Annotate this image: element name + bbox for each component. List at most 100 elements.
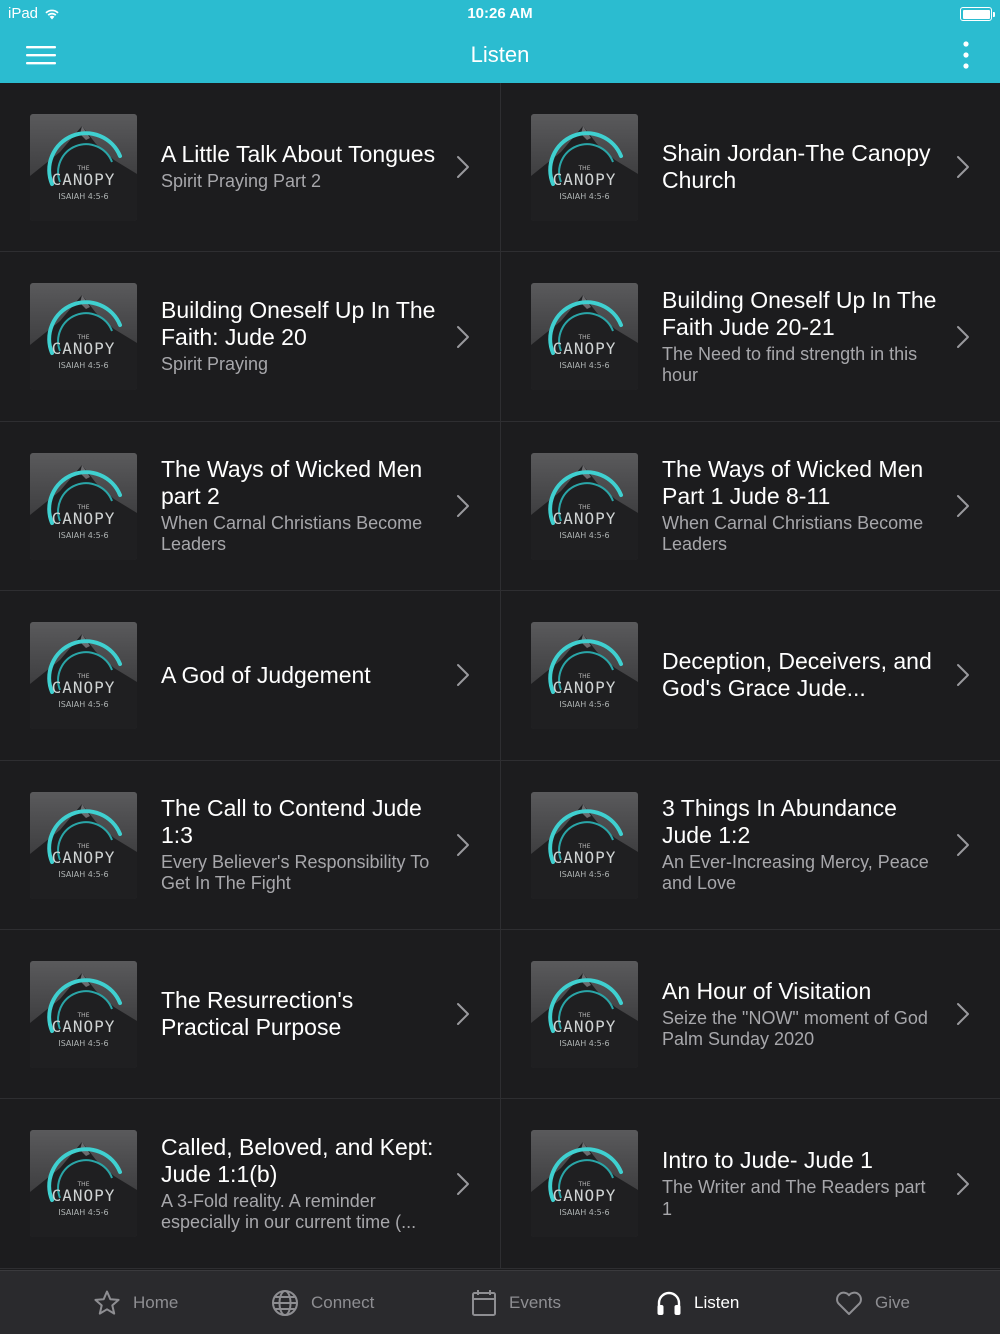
chevron-right-icon (957, 1003, 969, 1026)
list-row: THE CANOPY ISAIAH 4:5-6 A Little Talk About… (0, 83, 1000, 253)
sermon-thumbnail: THE CANOPY ISAIAH 4:5-6 (531, 622, 638, 730)
sermon-text: Shain Jordan-The Canopy Church (662, 83, 940, 251)
list-row: THE CANOPY ISAIAH 4:5-6 A God of Judgement T… (0, 591, 1000, 761)
sermon-item[interactable]: THE CANOPY ISAIAH 4:5-6 The Ways of Wicked … (500, 421, 1000, 591)
sermon-title: The Ways of Wicked Men part 2 (161, 455, 423, 509)
sermon-thumbnail: THE CANOPY ISAIAH 4:5-6 (30, 283, 137, 391)
thumbnail-verse: ISAIAH 4:5-6 (559, 530, 610, 540)
sermon-subtitle: Spirit Praying (161, 354, 269, 375)
sermon-title: A God of Judgement (161, 661, 371, 688)
sermon-text: Called, Beloved, and Kept: Jude 1:1(b) A … (161, 1099, 440, 1267)
thumbnail-verse: ISAIAH 4:5-6 (58, 700, 109, 710)
sermon-title: A Little Talk About Tongues (161, 141, 436, 168)
sermon-text: The Ways of Wicked Men part 2 When Carnal… (161, 422, 440, 590)
sermon-title: 3 Things In Abundance Jude 1:2 (662, 794, 897, 848)
thumbnail-brand: CANOPY (51, 508, 116, 528)
sermon-item[interactable]: THE CANOPY ISAIAH 4:5-6 The Ways of Wicked … (0, 421, 500, 591)
tab-bar: Home Connect Events Listen Give (0, 1270, 1000, 1334)
sermon-thumbnail: THE CANOPY ISAIAH 4:5-6 (30, 622, 137, 730)
thumbnail-verse: ISAIAH 4:5-6 (559, 1208, 610, 1218)
list-row: THE CANOPY ISAIAH 4:5-6 Called, Beloved, an… (0, 1099, 1000, 1269)
thumbnail-brand: CANOPY (552, 508, 617, 528)
thumbnail-brand: CANOPY (552, 678, 617, 698)
sermon-thumbnail: THE CANOPY ISAIAH 4:5-6 (531, 960, 638, 1068)
sermon-item[interactable]: THE CANOPY ISAIAH 4:5-6 Deception, Deceiver… (500, 591, 1000, 760)
sermon-text: The Ways of Wicked Men Part 1 Jude 8-11 W… (662, 422, 940, 590)
thumbnail-verse: ISAIAH 4:5-6 (58, 1038, 109, 1048)
thumbnail-brand: CANOPY (552, 1016, 617, 1036)
chevron-right-icon (457, 156, 469, 179)
battery-icon (960, 7, 995, 21)
sermon-subtitle: Seize the "NOW" moment of God Palm Sunda… (662, 1007, 928, 1050)
sermon-subtitle: When Carnal Christians Become Leaders (662, 512, 924, 555)
chevron-right-icon (957, 833, 969, 856)
thumbnail-brand: CANOPY (552, 847, 617, 867)
sermon-text: The Call to Contend Jude 1:3 Every Believ… (161, 761, 440, 929)
thumbnail-brand: CANOPY (51, 678, 116, 698)
sermon-item[interactable]: THE CANOPY ISAIAH 4:5-6 Intro to Jude- Jude… (500, 1099, 1000, 1268)
sermon-thumbnail: THE CANOPY ISAIAH 4:5-6 (30, 114, 137, 221)
tab-connect-label: Connect (311, 1293, 375, 1312)
tab-connect[interactable]: Connect (271, 1271, 374, 1334)
sermon-item[interactable]: THE CANOPY ISAIAH 4:5-6 Called, Beloved, an… (0, 1099, 500, 1268)
thumbnail-verse: ISAIAH 4:5-6 (559, 192, 610, 201)
sermon-title: Shain Jordan-The Canopy Church (662, 140, 931, 194)
list-row: THE CANOPY ISAIAH 4:5-6 The Call to Contend… (0, 760, 1000, 930)
calendar-icon (472, 1290, 496, 1316)
page-title: Listen (470, 42, 530, 67)
sermon-subtitle: Every Believer's Responsibility To Get I… (161, 851, 430, 894)
sermon-thumbnail: THE CANOPY ISAIAH 4:5-6 (30, 791, 137, 899)
sermon-title: Building Oneself Up In The Faith Jude 20… (662, 286, 937, 340)
thumbnail-verse: ISAIAH 4:5-6 (559, 361, 610, 371)
thumbnail-brand: CANOPY (51, 339, 116, 359)
sermon-item[interactable]: THE CANOPY ISAIAH 4:5-6 Shain Jordan-The Ca… (500, 83, 1000, 252)
thumbnail-verse: ISAIAH 4:5-6 (58, 530, 109, 540)
chevron-right-icon (957, 325, 969, 348)
sermon-item[interactable]: THE CANOPY ISAIAH 4:5-6 Building Oneself Up… (500, 252, 1000, 421)
sermon-item[interactable]: THE CANOPY ISAIAH 4:5-6 A God of Judgement (0, 591, 500, 760)
thumbnail-brand: CANOPY (51, 1186, 116, 1206)
thumbnail-verse: ISAIAH 4:5-6 (58, 192, 109, 201)
tab-give[interactable]: Give (835, 1271, 910, 1334)
chevron-right-icon (457, 494, 469, 517)
tab-home-label: Home (133, 1293, 179, 1312)
status-bar: iPad 10:26 AM (0, 0, 1000, 28)
thumbnail-verse: ISAIAH 4:5-6 (58, 361, 109, 371)
thumbnail-verse: ISAIAH 4:5-6 (58, 1208, 109, 1218)
sermon-thumbnail: THE CANOPY ISAIAH 4:5-6 (30, 960, 137, 1068)
sermon-item[interactable]: THE CANOPY ISAIAH 4:5-6 3 Things In Abundan… (500, 760, 1000, 929)
tab-home[interactable]: Home (93, 1271, 178, 1334)
thumbnail-verse: ISAIAH 4:5-6 (58, 869, 109, 879)
thumbnail-verse: ISAIAH 4:5-6 (559, 869, 610, 879)
sermon-title: Called, Beloved, and Kept: Jude 1:1(b) (161, 1133, 434, 1187)
sermon-item[interactable]: THE CANOPY ISAIAH 4:5-6 A Little Talk About… (0, 83, 500, 252)
sermon-title: The Call to Contend Jude 1:3 (161, 794, 422, 848)
chevron-right-icon (457, 325, 469, 348)
sermon-thumbnail: THE CANOPY ISAIAH 4:5-6 (30, 1130, 137, 1238)
thumbnail-brand: CANOPY (51, 170, 116, 189)
globe-icon (272, 1290, 298, 1316)
more-options-icon[interactable] (958, 40, 974, 70)
thumbnail-verse: ISAIAH 4:5-6 (559, 1038, 610, 1048)
sermon-item[interactable]: THE CANOPY ISAIAH 4:5-6 The Resurrection's … (0, 929, 500, 1099)
tab-events[interactable]: Events (471, 1271, 561, 1334)
star-icon (94, 1290, 120, 1315)
sermon-subtitle: A 3-Fold reality. A reminder especially … (161, 1190, 417, 1233)
sermon-item[interactable]: THE CANOPY ISAIAH 4:5-6 Building Oneself Up… (0, 252, 500, 421)
sermon-list: THE CANOPY ISAIAH 4:5-6 A Little Talk About… (0, 83, 1000, 1270)
sermon-item[interactable]: THE CANOPY ISAIAH 4:5-6 The Call to Contend… (0, 760, 500, 929)
sermon-subtitle: The Writer and The Readers part 1 (662, 1177, 926, 1219)
chevron-right-icon (457, 833, 469, 856)
chevron-right-icon (457, 1003, 469, 1026)
sermon-text: Intro to Jude- Jude 1 The Writer and The … (662, 1099, 940, 1267)
chevron-right-icon (957, 156, 969, 179)
sermon-thumbnail: THE CANOPY ISAIAH 4:5-6 (531, 1130, 638, 1238)
list-row: THE CANOPY ISAIAH 4:5-6 The Resurrection's … (0, 929, 1000, 1100)
sermon-text: Building Oneself Up In The Faith Jude 20… (662, 252, 940, 420)
sermon-text: A God of Judgement (161, 591, 440, 759)
heart-icon (836, 1291, 862, 1315)
sermon-text: A Little Talk About Tongues Spirit Prayin… (161, 83, 440, 251)
tab-listen[interactable]: Listen (656, 1271, 739, 1334)
nav-bar: Listen (0, 28, 1000, 83)
sermon-item[interactable]: THE CANOPY ISAIAH 4:5-6 An Hour of Visitati… (500, 929, 1000, 1099)
